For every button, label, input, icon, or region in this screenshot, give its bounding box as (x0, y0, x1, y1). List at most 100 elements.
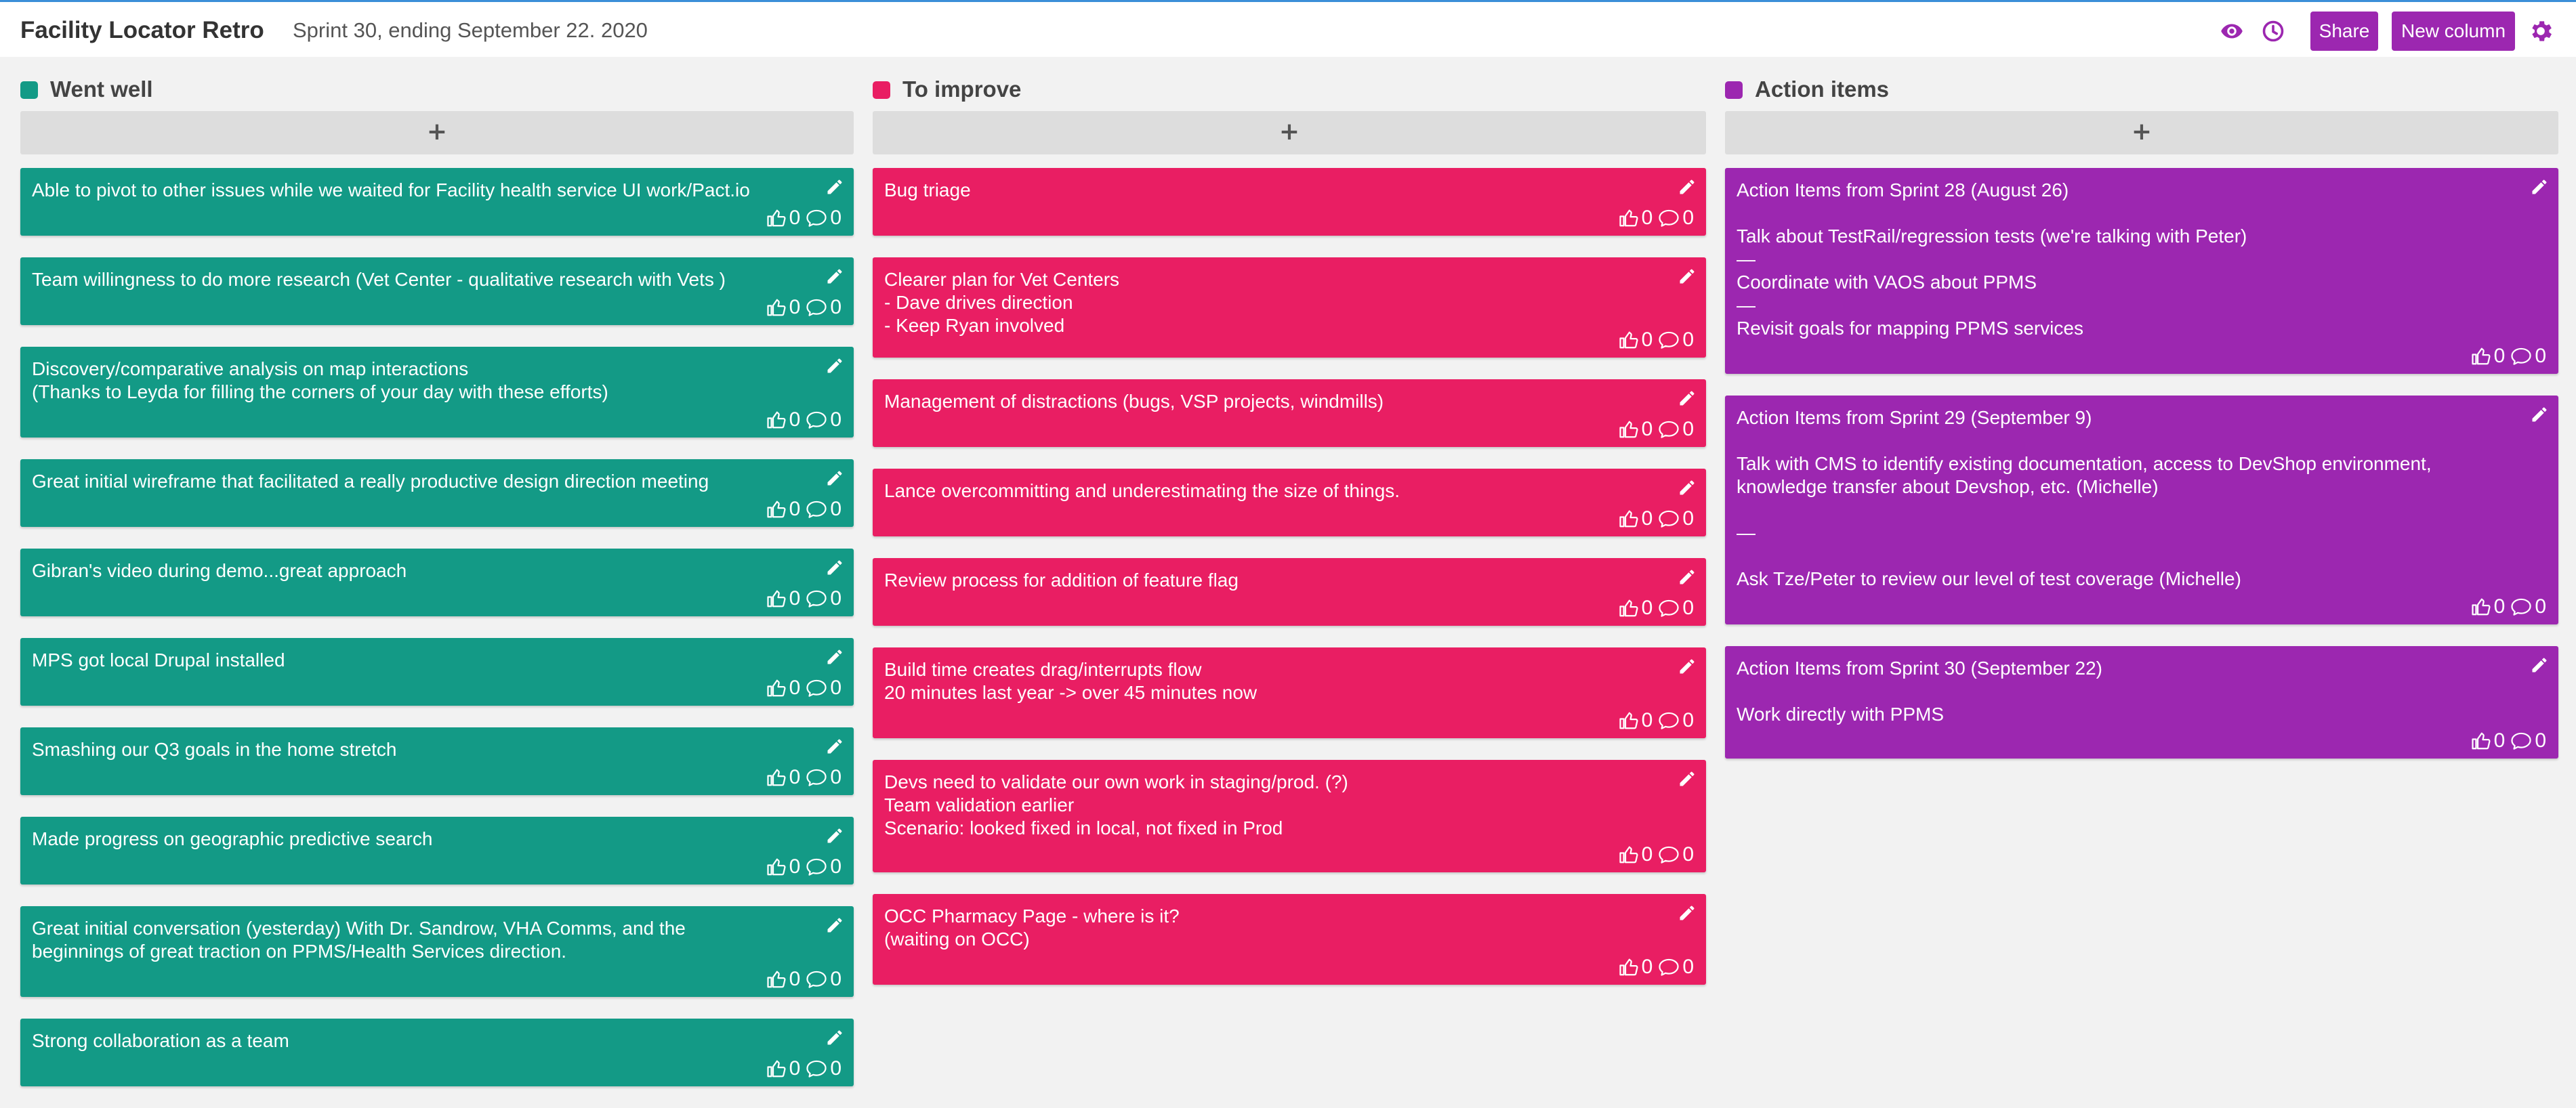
comment-icon[interactable] (1658, 845, 1680, 865)
comment-icon[interactable] (806, 410, 827, 430)
edit-pencil-icon[interactable] (1678, 389, 1697, 408)
new-column-button[interactable]: New column (2392, 12, 2515, 51)
comment-icon[interactable] (806, 208, 827, 228)
retro-card[interactable]: Gibran's video during demo...great appro… (20, 549, 854, 616)
edit-pencil-icon[interactable] (1678, 657, 1697, 676)
thumbs-up-icon[interactable] (2471, 597, 2491, 617)
edit-pencil-icon[interactable] (1678, 177, 1697, 196)
comment-icon[interactable] (2510, 346, 2532, 366)
thumbs-up-icon[interactable] (2471, 346, 2491, 366)
edit-pencil-icon[interactable] (2530, 656, 2549, 675)
comment-icon[interactable] (806, 969, 827, 989)
thumbs-up-icon[interactable] (766, 969, 787, 989)
card-text: Great initial wireframe that facilitated… (32, 471, 709, 492)
add-card-button[interactable]: + (873, 111, 1706, 154)
retro-card[interactable]: OCC Pharmacy Page - where is it? (waitin… (873, 894, 1706, 985)
comment-icon[interactable] (806, 499, 827, 519)
thumbs-up-icon[interactable] (766, 767, 787, 788)
retro-card[interactable]: Action Items from Sprint 29 (September 9… (1725, 396, 2558, 624)
thumbs-up-icon[interactable] (766, 1059, 787, 1079)
thumbs-up-icon[interactable] (2471, 731, 2491, 751)
edit-pencil-icon[interactable] (825, 826, 844, 845)
thumbs-up-icon[interactable] (1619, 845, 1639, 865)
eye-icon[interactable] (2220, 19, 2244, 43)
comment-icon[interactable] (1658, 330, 1680, 350)
retro-card[interactable]: Great initial wireframe that facilitated… (20, 459, 854, 527)
like-count: 0 (789, 1057, 801, 1080)
edit-pencil-icon[interactable] (825, 356, 844, 375)
comment-icon[interactable] (806, 1059, 827, 1079)
board-subtitle: Sprint 30, ending September 22. 2020 (293, 18, 648, 42)
card-text: Action Items from Sprint 28 (August 26) … (1737, 179, 2247, 339)
edit-pencil-icon[interactable] (825, 558, 844, 577)
comment-icon[interactable] (806, 678, 827, 698)
like-count: 0 (1641, 843, 1653, 866)
retro-card[interactable]: Management of distractions (bugs, VSP pr… (873, 379, 1706, 447)
edit-pencil-icon[interactable] (825, 737, 844, 756)
thumbs-up-icon[interactable] (1619, 509, 1639, 529)
like-count: 0 (789, 408, 801, 431)
edit-pencil-icon[interactable] (825, 177, 844, 196)
clock-icon[interactable] (2261, 19, 2285, 43)
thumbs-up-icon[interactable] (1619, 208, 1639, 228)
comment-icon[interactable] (2510, 597, 2532, 617)
edit-pencil-icon[interactable] (1678, 478, 1697, 497)
retro-card[interactable]: Build time creates drag/interrupts flow … (873, 647, 1706, 738)
retro-card[interactable]: Strong collaboration as a team 0 0 (20, 1019, 854, 1086)
comment-icon[interactable] (806, 297, 827, 318)
edit-pencil-icon[interactable] (2530, 177, 2549, 196)
edit-pencil-icon[interactable] (825, 267, 844, 286)
thumbs-up-icon[interactable] (1619, 419, 1639, 440)
edit-pencil-icon[interactable] (1678, 769, 1697, 788)
comment-icon[interactable] (806, 589, 827, 609)
retro-card[interactable]: Devs need to validate our own work in st… (873, 760, 1706, 872)
thumbs-up-icon[interactable] (766, 678, 787, 698)
comment-icon[interactable] (1658, 208, 1680, 228)
retro-card[interactable]: Clearer plan for Vet Centers - Dave driv… (873, 257, 1706, 358)
thumbs-up-icon[interactable] (766, 499, 787, 519)
retro-card[interactable]: Review process for addition of feature f… (873, 558, 1706, 626)
retro-card[interactable]: Action Items from Sprint 30 (September 2… (1725, 646, 2558, 759)
edit-pencil-icon[interactable] (1678, 568, 1697, 587)
thumbs-up-icon[interactable] (766, 589, 787, 609)
retro-card[interactable]: Discovery/comparative analysis on map in… (20, 347, 854, 438)
retro-card[interactable]: Team willingness to do more research (Ve… (20, 257, 854, 325)
thumbs-up-icon[interactable] (1619, 330, 1639, 350)
thumbs-up-icon[interactable] (766, 410, 787, 430)
retro-card[interactable]: Bug triage 0 0 (873, 168, 1706, 236)
thumbs-up-icon[interactable] (1619, 710, 1639, 731)
share-button[interactable]: Share (2310, 12, 2378, 51)
retro-card[interactable]: Able to pivot to other issues while we w… (20, 168, 854, 236)
retro-card[interactable]: Great initial conversation (yesterday) W… (20, 906, 854, 997)
retro-card[interactable]: Lance overcommitting and underestimating… (873, 469, 1706, 536)
retro-card[interactable]: Action Items from Sprint 28 (August 26) … (1725, 168, 2558, 374)
add-card-button[interactable]: + (1725, 111, 2558, 154)
thumbs-up-icon[interactable] (766, 857, 787, 877)
edit-pencil-icon[interactable] (825, 916, 844, 935)
edit-pencil-icon[interactable] (825, 1028, 844, 1047)
comment-count: 0 (1682, 418, 1694, 440)
retro-card[interactable]: Made progress on geographic predictive s… (20, 817, 854, 885)
like-count: 0 (789, 587, 801, 610)
edit-pencil-icon[interactable] (2530, 405, 2549, 424)
comment-icon[interactable] (1658, 598, 1680, 618)
edit-pencil-icon[interactable] (825, 647, 844, 666)
edit-pencil-icon[interactable] (825, 469, 844, 488)
gear-icon[interactable] (2527, 18, 2554, 45)
comment-icon[interactable] (2510, 731, 2532, 751)
comment-icon[interactable] (806, 767, 827, 788)
comment-icon[interactable] (1658, 957, 1680, 977)
comment-icon[interactable] (1658, 710, 1680, 731)
thumbs-up-icon[interactable] (1619, 957, 1639, 977)
comment-icon[interactable] (1658, 419, 1680, 440)
retro-card[interactable]: Smashing our Q3 goals in the home stretc… (20, 727, 854, 795)
thumbs-up-icon[interactable] (766, 208, 787, 228)
edit-pencil-icon[interactable] (1678, 903, 1697, 922)
comment-icon[interactable] (1658, 509, 1680, 529)
add-card-button[interactable]: + (20, 111, 854, 154)
thumbs-up-icon[interactable] (766, 297, 787, 318)
comment-icon[interactable] (806, 857, 827, 877)
thumbs-up-icon[interactable] (1619, 598, 1639, 618)
edit-pencil-icon[interactable] (1678, 267, 1697, 286)
retro-card[interactable]: MPS got local Drupal installed 0 0 (20, 638, 854, 706)
